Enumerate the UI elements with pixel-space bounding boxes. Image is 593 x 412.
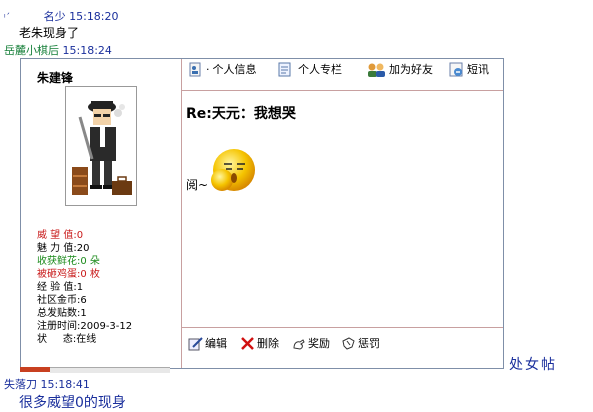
chat-user-name[interactable]: 失落刀 (4, 378, 37, 391)
page-tab-active[interactable] (20, 367, 50, 372)
column-label: 个人专栏 (298, 63, 342, 76)
forum-post-card: 朱建锋 威 望 值:0 魅 力 值:20 收获鲜花:0 朵 被砸鸡蛋:0 枚 经… (20, 58, 504, 369)
chat-line-header: 失落刀 15:18:41 (4, 378, 90, 391)
chat-line-header: 岳麓小棋后 15:18:24 (4, 44, 112, 57)
page-tab-strip (20, 367, 170, 373)
chat-message: 很多威望0的现身 (19, 395, 126, 411)
small-link-icon[interactable]: ᵎ´ (4, 13, 10, 23)
stat-charm: 魅 力 值:20 (37, 243, 90, 254)
footer-divider (182, 327, 503, 328)
message-button[interactable]: 短讯 (449, 61, 489, 77)
stat-prestige: 威 望 值:0 (37, 230, 84, 241)
message-label: 短讯 (467, 63, 489, 76)
delete-button[interactable]: 删除 (240, 335, 279, 351)
edit-button[interactable]: 编辑 (188, 335, 227, 351)
crying-smiley-icon (211, 147, 257, 193)
delete-x-icon (240, 336, 255, 351)
author-panel: 朱建锋 威 望 值:0 魅 力 值:20 收获鲜花:0 朵 被砸鸡蛋:0 枚 经… (21, 59, 182, 368)
chat-user-name[interactable]: 岳麓小棋后 (4, 44, 59, 57)
punish-hand-icon (341, 336, 356, 351)
post-body: 阅~ (186, 178, 209, 192)
first-post-stamp: 处女帖 (509, 357, 557, 373)
chat-message: 老朱现身了 (19, 26, 80, 40)
profile-button[interactable]: · 个人信息 (188, 61, 257, 77)
punish-label: 惩罚 (358, 337, 380, 350)
avatar-image (72, 101, 132, 195)
delete-label: 删除 (257, 337, 279, 350)
add-friend-button[interactable]: 加为好友 (366, 61, 433, 77)
post-title: Re:天元：我想哭 (186, 106, 296, 122)
avatar[interactable] (65, 86, 137, 206)
chat-timestamp: 15:18:24 (62, 44, 112, 57)
punish-button[interactable]: 惩罚 (341, 335, 380, 351)
reward-button[interactable]: 奖励 (291, 335, 330, 351)
stat-registered: 注册时间:2009-3-12 (37, 321, 133, 332)
edit-icon (188, 336, 203, 351)
friends-icon (366, 62, 386, 77)
reward-label: 奖励 (308, 337, 330, 350)
profile-card-icon (188, 62, 203, 77)
document-icon (277, 62, 292, 77)
edit-label: 编辑 (205, 337, 227, 350)
column-button[interactable]: 个人专栏 (277, 61, 342, 77)
profile-label: 个人信息 (212, 63, 257, 76)
stat-eggs: 被砸鸡蛋:0 枚 (37, 269, 100, 280)
page-tab-inactive[interactable] (50, 367, 170, 373)
toolbar-divider (182, 90, 503, 91)
chat-user-name[interactable]: 名少 (44, 10, 66, 23)
chat-line-header: ᵎ´ 名少 15:18:20 (4, 10, 119, 25)
stat-gold: 社区金币:6 (37, 295, 87, 306)
chat-timestamp: 15:18:41 (40, 378, 90, 391)
reward-hand-icon (291, 336, 306, 351)
stat-experience: 经 验 值:1 (37, 282, 84, 293)
chat-timestamp: 15:18:20 (69, 10, 119, 23)
message-icon (449, 62, 464, 77)
stat-posts: 总发贴数:1 (37, 308, 87, 319)
stat-status: 状 态:在线 (37, 334, 97, 345)
author-name[interactable]: 朱建锋 (37, 69, 73, 86)
add-friend-label: 加为好友 (389, 63, 433, 76)
stat-flowers: 收获鲜花:0 朵 (37, 256, 100, 267)
